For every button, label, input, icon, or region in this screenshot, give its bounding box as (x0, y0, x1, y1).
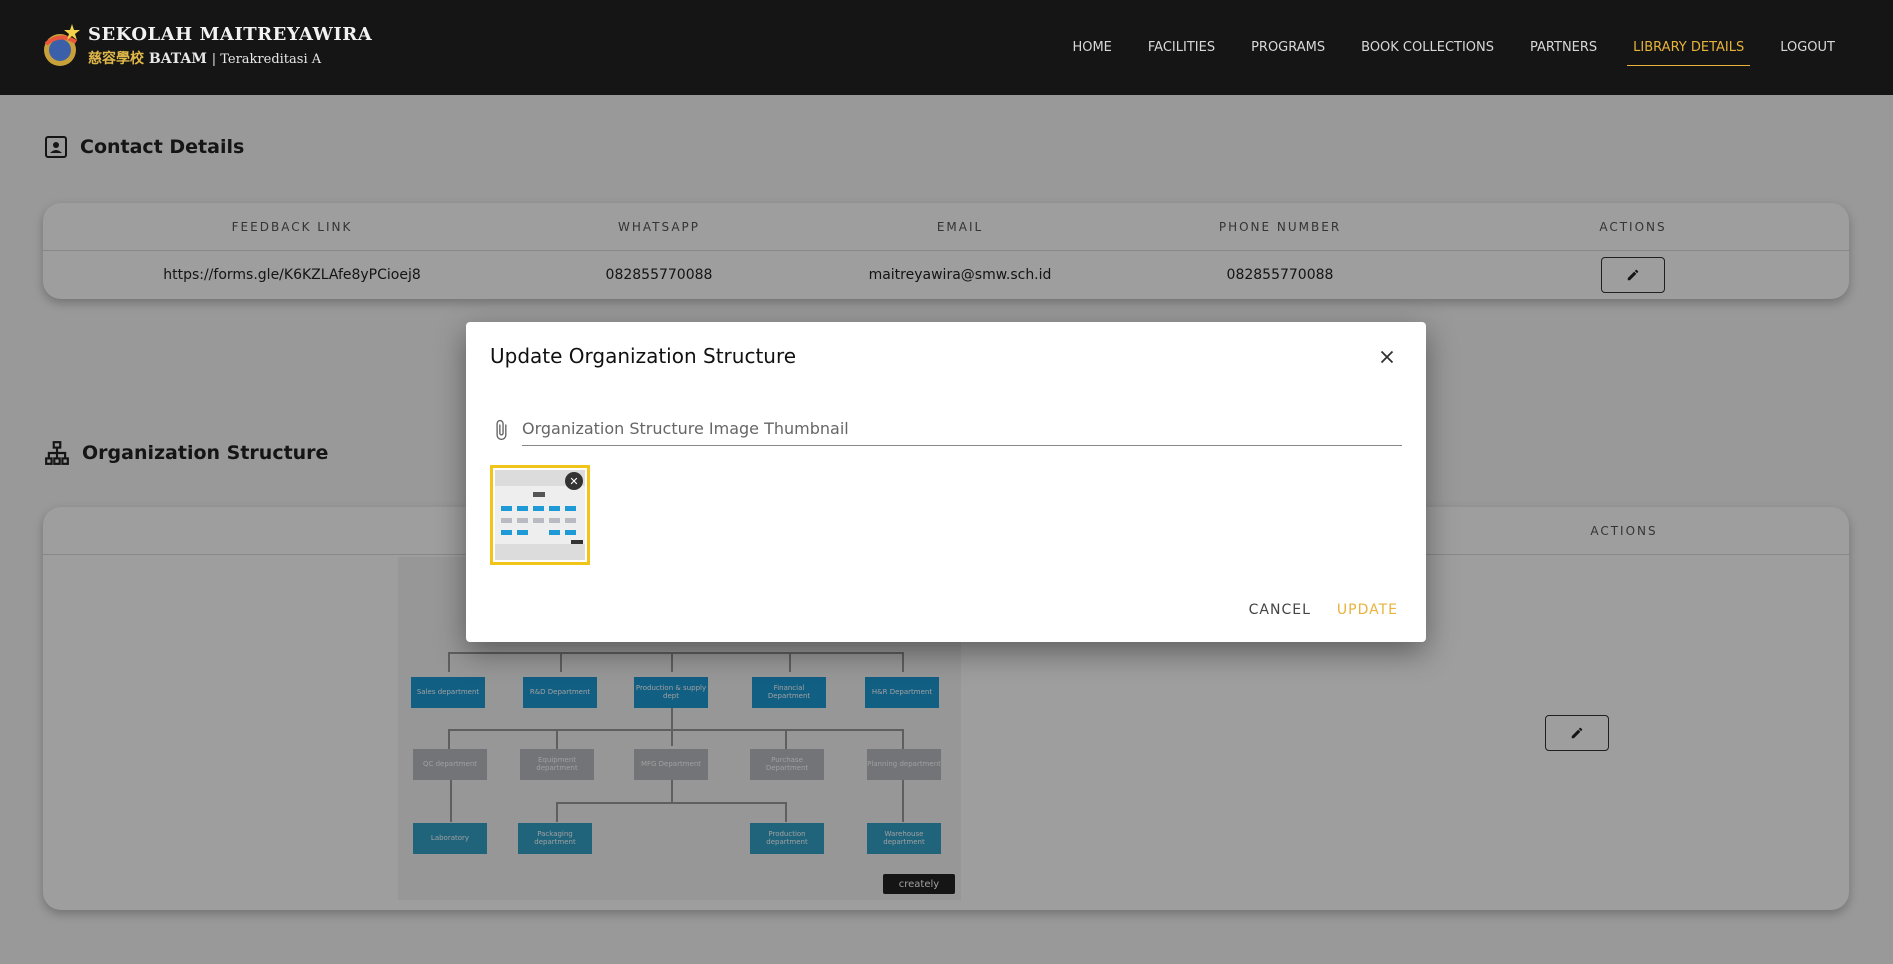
update-button[interactable]: UPDATE (1333, 596, 1402, 624)
nav-facilities[interactable]: FACILITIES (1130, 0, 1233, 95)
school-emblem-icon (40, 22, 84, 70)
remove-thumbnail-button[interactable]: ✕ (565, 472, 583, 490)
image-thumbnail[interactable]: ✕ (490, 465, 590, 565)
nav-programs[interactable]: PROGRAMS (1233, 0, 1343, 95)
dialog-actions: CANCEL UPDATE (1227, 596, 1402, 624)
main-nav: HOME FACILITIES PROGRAMS BOOK COLLECTION… (1054, 0, 1853, 95)
school-city: BATAM (148, 51, 207, 67)
update-organization-dialog: Update Organization Structure ✕ CANCEL (466, 322, 1426, 642)
school-accreditation: | Terakreditasi A (211, 52, 322, 67)
school-logo[interactable]: SEKOLAH MAITREYAWIRA 慈容學校 BATAM | Terakr… (40, 22, 372, 70)
paperclip-icon[interactable] (490, 418, 512, 442)
nav-logout[interactable]: LOGOUT (1762, 0, 1853, 95)
file-upload-field (490, 412, 1402, 452)
nav-library-details[interactable]: LIBRARY DETAILS (1615, 0, 1762, 95)
school-name: SEKOLAH MAITREYAWIRA (88, 24, 373, 45)
top-navbar: SEKOLAH MAITREYAWIRA 慈容學校 BATAM | Terakr… (0, 0, 1893, 95)
dialog-title: Update Organization Structure (490, 344, 797, 368)
nav-partners[interactable]: PARTNERS (1512, 0, 1615, 95)
close-icon[interactable] (1376, 346, 1398, 368)
nav-book-collections[interactable]: BOOK COLLECTIONS (1343, 0, 1512, 95)
school-chinese-name: 慈容學校 (88, 51, 144, 67)
organization-image-file-input[interactable] (522, 412, 1402, 446)
cancel-button[interactable]: CANCEL (1245, 596, 1315, 624)
nav-home[interactable]: HOME (1054, 0, 1129, 95)
